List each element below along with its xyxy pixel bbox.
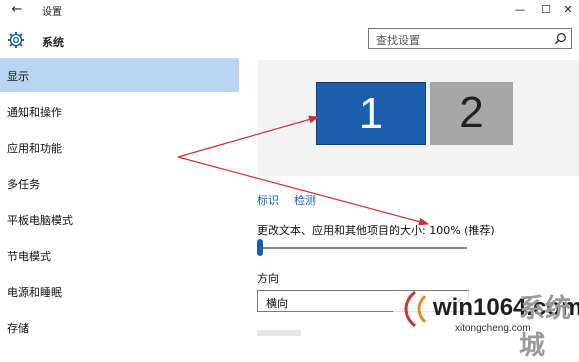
scale-label: 更改文本、应用和其他项目的大小: 100% (推荐) <box>257 224 495 237</box>
sidebar-item-multitasking[interactable]: 多任务 <box>0 166 239 200</box>
orientation-value: 横向 <box>266 297 288 310</box>
section-title: 系统 <box>42 36 64 49</box>
orientation-label: 方向 <box>257 272 279 285</box>
detect-link[interactable]: 检测 <box>294 192 316 208</box>
identify-link[interactable]: 标识 <box>257 192 279 208</box>
monitor-1[interactable]: 1 <box>316 82 426 145</box>
sidebar-item-label: 电源和睡眠 <box>7 286 62 299</box>
minimize-button[interactable]: — <box>509 2 531 18</box>
slider-thumb[interactable] <box>257 239 263 256</box>
watermark: win1064.com 系统城 xitongcheng.com <box>393 286 579 361</box>
sidebar-item-tablet-mode[interactable]: 平板电脑模式 <box>0 202 239 236</box>
sidebar-item-label: 应用和功能 <box>7 142 62 155</box>
gear-icon <box>7 31 25 49</box>
back-arrow-icon[interactable]: ← <box>8 2 26 18</box>
sidebar-item-label: 存储 <box>7 322 29 335</box>
slider-track <box>257 247 467 249</box>
watermark-sub: xitongcheng.com <box>455 323 531 334</box>
scale-slider[interactable] <box>257 238 467 258</box>
sidebar-item-label: 节电模式 <box>7 250 51 263</box>
sidebar-item-label: 多任务 <box>7 178 40 191</box>
sidebar-item-power-sleep[interactable]: 电源和睡眠 <box>0 274 239 308</box>
search-icon[interactable] <box>554 32 567 45</box>
monitor-number: 2 <box>459 88 484 137</box>
sidebar-item-display[interactable]: 显示 <box>0 58 239 92</box>
search-input[interactable]: 查找设置 <box>368 28 572 49</box>
sidebar: 显示 通知和操作 应用和功能 多任务 平板电脑模式 节电模式 电源和睡眠 存储 <box>0 58 239 336</box>
sidebar-item-label: 显示 <box>7 70 29 83</box>
window-title: 设置 <box>42 7 62 18</box>
monitor-number: 1 <box>358 89 384 138</box>
next-setting-cutoff <box>257 330 301 336</box>
sidebar-item-storage[interactable]: 存储 <box>0 310 239 344</box>
monitor-2[interactable]: 2 <box>430 82 513 145</box>
sidebar-item-apps[interactable]: 应用和功能 <box>0 130 239 164</box>
title-bar: ← 设置 — ☐ ✕ <box>0 0 579 22</box>
sidebar-item-label: 通知和操作 <box>7 106 62 119</box>
close-button[interactable]: ✕ <box>557 2 579 18</box>
search-placeholder: 查找设置 <box>376 34 420 47</box>
sidebar-item-notifications[interactable]: 通知和操作 <box>0 94 239 128</box>
maximize-button[interactable]: ☐ <box>535 2 557 18</box>
sidebar-item-battery-saver[interactable]: 节电模式 <box>0 238 239 272</box>
sidebar-item-label: 平板电脑模式 <box>7 214 73 227</box>
